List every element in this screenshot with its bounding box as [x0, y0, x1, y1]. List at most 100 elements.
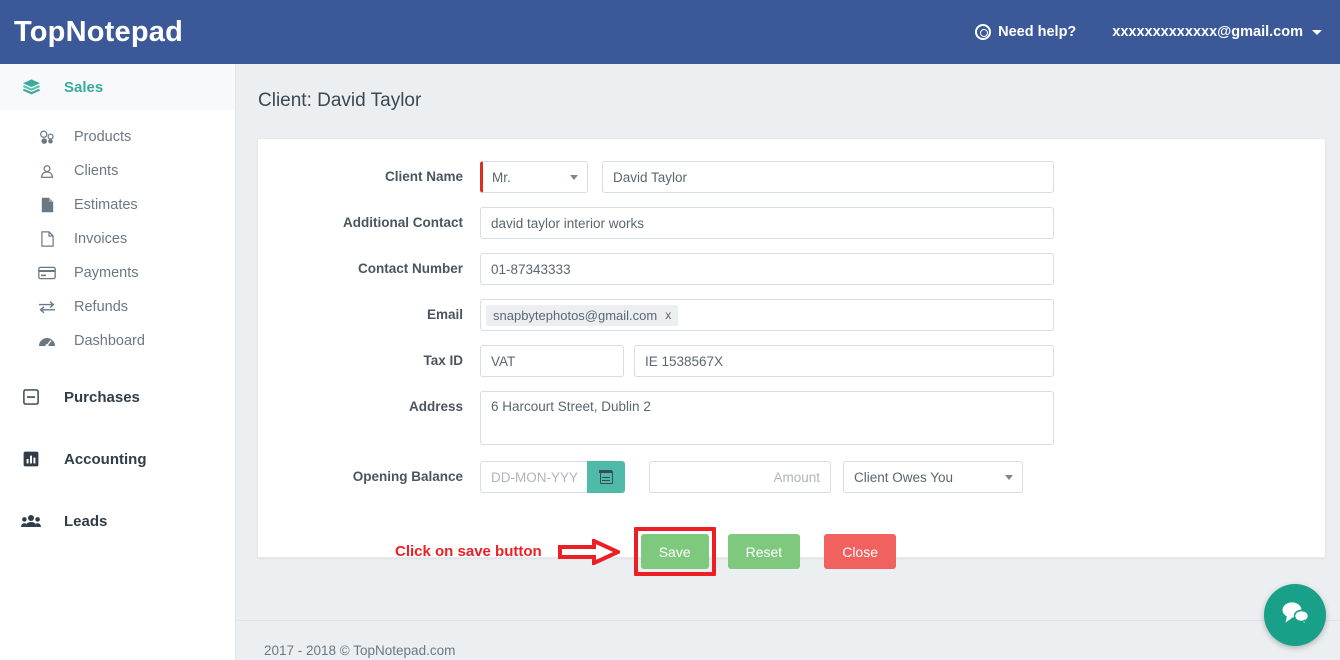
email-tag-text: snapbytephotos@gmail.com — [493, 307, 658, 323]
fields-opening-balance: Client Owes You — [480, 461, 1023, 493]
sidebar-item-label-clients: Clients — [74, 163, 119, 179]
user-account-menu[interactable]: xxxxxxxxxxxxx@gmail.com — [1112, 24, 1322, 40]
sidebar-group-sales[interactable]: Sales — [0, 64, 235, 110]
page-title: Client: David Taylor — [258, 90, 422, 111]
sidebar-group-label-sales: Sales — [64, 78, 104, 96]
header-right-cluster: Need help? xxxxxxxxxxxxx@gmail.com — [975, 24, 1340, 40]
need-help-label: Need help? — [998, 24, 1077, 40]
form-row-tax-id: Tax ID — [258, 345, 1325, 377]
sidebar-item-refunds[interactable]: Refunds — [0, 290, 235, 324]
sidebar-group-label-purchases: Purchases — [64, 388, 140, 406]
sidebar-item-label-products: Products — [74, 129, 132, 145]
right-arrow-icon — [557, 537, 623, 566]
client-name-input[interactable] — [602, 161, 1054, 193]
main-content-area: Client: David Taylor Client Name Mr. Add… — [236, 64, 1340, 660]
reset-button[interactable]: Reset — [727, 534, 801, 569]
user-circle-icon — [36, 164, 58, 179]
form-actions-row: Click on save button Save Reset Close — [258, 527, 1325, 576]
close-button[interactable]: Close — [824, 534, 896, 569]
chevron-down-icon — [570, 175, 578, 180]
top-header-bar: TopNotepad Need help? xxxxxxxxxxxxx@gmai… — [0, 0, 1340, 64]
sidebar-item-payments[interactable]: Payments — [0, 256, 235, 290]
sidebar-item-clients[interactable]: Clients — [0, 154, 235, 188]
sidebar-item-products[interactable]: Products — [0, 120, 235, 154]
opening-balance-direction-select[interactable]: Client Owes You — [843, 461, 1023, 493]
bar-chart-icon — [18, 451, 44, 467]
additional-contact-input[interactable] — [480, 207, 1054, 239]
form-row-email: Email snapbytephotos@gmail.com x — [258, 299, 1325, 331]
opening-balance-direction-value: Client Owes You — [854, 469, 954, 485]
sidebar-item-estimates[interactable]: Estimates — [0, 188, 235, 222]
calendar-icon-button[interactable] — [587, 461, 625, 493]
life-ring-icon — [975, 24, 992, 40]
file-outline-icon — [36, 231, 58, 247]
form-row-additional-contact: Additional Contact — [258, 207, 1325, 239]
sidebar-item-invoices[interactable]: Invoices — [0, 222, 235, 256]
sidebar-group-leads[interactable]: Leads — [0, 498, 235, 544]
annotation-text: Click on save button — [395, 543, 542, 560]
label-email: Email — [426, 307, 463, 322]
users-icon — [18, 514, 44, 528]
sidebar-item-label-invoices: Invoices — [74, 231, 128, 247]
fields-contact-number — [480, 253, 1054, 285]
label-opening-balance: Opening Balance — [352, 469, 463, 484]
save-button-highlight: Save — [633, 527, 716, 576]
footer-divider — [236, 620, 1340, 621]
calendar-icon — [598, 469, 613, 484]
caret-down-icon — [1312, 29, 1322, 35]
file-filled-icon — [36, 197, 58, 213]
address-textarea[interactable] — [480, 391, 1054, 445]
sidebar-group-label-leads: Leads — [64, 512, 108, 530]
fields-email: snapbytephotos@gmail.com x — [480, 299, 1054, 331]
contact-number-input[interactable] — [480, 253, 1054, 285]
layers-icon — [18, 78, 44, 96]
tax-id-type-input[interactable] — [480, 345, 624, 377]
sidebar-item-label-dashboard: Dashboard — [74, 333, 145, 349]
left-sidebar-nav: Sales Products Clients Estimates Invoice… — [0, 64, 236, 660]
label-contact-number: Contact Number — [357, 261, 463, 276]
fields-address — [480, 391, 1054, 445]
need-help-link[interactable]: Need help? — [975, 24, 1076, 40]
salutation-value: Mr. — [492, 169, 511, 185]
sidebar-group-label-accounting: Accounting — [64, 450, 147, 468]
opening-balance-amount-input[interactable] — [649, 461, 831, 493]
tax-id-number-input[interactable] — [634, 345, 1054, 377]
app-logo[interactable]: TopNotepad — [14, 16, 183, 49]
opening-balance-date-group — [480, 461, 625, 493]
chat-bubbles-icon — [1280, 600, 1310, 631]
user-email-label: xxxxxxxxxxxxx@gmail.com — [1112, 24, 1303, 40]
form-row-contact-number: Contact Number — [258, 253, 1325, 285]
sidebar-item-label-payments: Payments — [74, 265, 139, 281]
chat-widget-button[interactable] — [1264, 584, 1326, 646]
minus-square-icon — [18, 389, 44, 405]
label-additional-contact: Additional Contact — [343, 215, 463, 230]
email-tag: snapbytephotos@gmail.com x — [486, 304, 679, 326]
exchange-icon — [36, 300, 58, 314]
client-form-card: Client Name Mr. Additional Contact Conta… — [257, 138, 1326, 576]
label-address: Address — [408, 399, 463, 414]
cubes-icon — [36, 130, 58, 145]
email-tag-input[interactable]: snapbytephotos@gmail.com x — [480, 299, 1054, 331]
credit-card-icon — [36, 266, 58, 280]
logo-text-notepad: Notepad — [65, 15, 183, 48]
label-tax-id: Tax ID — [423, 353, 463, 368]
fields-additional-contact — [480, 207, 1054, 239]
save-button[interactable]: Save — [640, 534, 709, 569]
opening-balance-date-input[interactable] — [480, 461, 588, 493]
sidebar-item-label-estimates: Estimates — [74, 197, 138, 213]
footer-copyright: 2017 - 2018 © TopNotepad.com — [264, 643, 456, 658]
form-row-client-name: Client Name Mr. — [258, 161, 1325, 193]
label-client-name: Client Name — [384, 169, 463, 184]
salutation-select[interactable]: Mr. — [480, 161, 588, 193]
fields-tax-id — [480, 345, 1054, 377]
sidebar-item-label-refunds: Refunds — [74, 299, 129, 315]
sidebar-group-accounting[interactable]: Accounting — [0, 436, 235, 482]
chevron-down-icon — [1005, 475, 1013, 480]
fields-client-name: Mr. — [480, 161, 1054, 193]
form-row-opening-balance: Opening Balance Client Owes You — [258, 461, 1325, 493]
dashboard-gauge-icon — [36, 334, 58, 348]
logo-text-top: Top — [14, 15, 66, 48]
sidebar-group-purchases[interactable]: Purchases — [0, 374, 235, 420]
sidebar-item-dashboard[interactable]: Dashboard — [0, 324, 235, 358]
remove-email-tag-icon[interactable]: x — [665, 308, 671, 322]
